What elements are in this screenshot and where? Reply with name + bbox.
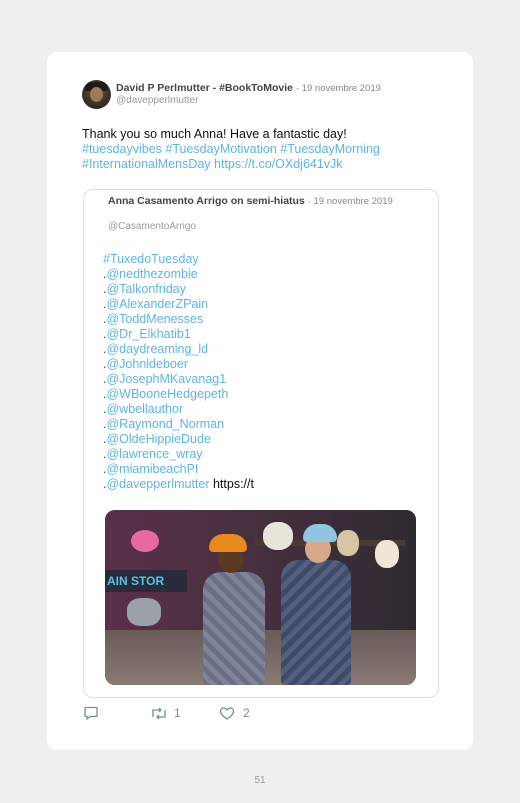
mention-line: .@OldeHippieDude (103, 432, 211, 446)
mention-line: .@JosephMKavanag1 (103, 372, 227, 386)
mention-line: .@WBooneHedgepeth (103, 387, 229, 401)
store-sign: AIN STOR (105, 570, 187, 592)
mention-link[interactable]: @Dr_Elkhatib1 (106, 327, 190, 341)
mention-link[interactable]: @Johnldeboer (106, 357, 188, 371)
mention-link[interactable]: @Talkonfriday (106, 282, 185, 296)
retweet-count: 1 (174, 706, 181, 720)
author-handle[interactable]: @davepperlmutter (116, 95, 198, 106)
mention-line: .@Johnldeboer (103, 357, 188, 371)
mention-line: .@Raymond_Norman (103, 417, 225, 431)
mention-link[interactable]: @davepperlmutter (106, 477, 209, 491)
reply-icon[interactable] (83, 706, 99, 721)
trailing-link[interactable]: https://t (213, 477, 254, 491)
quoted-author-name[interactable]: Anna Casamento Arrigo on semi-hiatus (108, 195, 305, 207)
mention-line: .@nedthezombie (103, 267, 198, 281)
mention-line: .@AlexanderZPain (103, 297, 209, 311)
quoted-media-image[interactable]: AIN STOR (105, 510, 416, 685)
mention-line: .@Dr_Elkhatib1 (103, 327, 191, 341)
tweet-text: Thank you so much Anna! Have a fantastic… (82, 127, 347, 141)
like-count: 2 (243, 706, 250, 720)
mention-line: .@ToddMenesses (103, 312, 204, 326)
mention-link[interactable]: @AlexanderZPain (106, 297, 208, 311)
mention-link[interactable]: @WBooneHedgepeth (106, 387, 228, 401)
hashtags-line-1[interactable]: #tuesdayvibes #TuesdayMotivation #Tuesda… (82, 142, 422, 157)
quoted-handle[interactable]: @CasamentoArrigo (108, 221, 196, 232)
page-number: 51 (254, 775, 266, 786)
mention-line: .@davepperlmutter https://t (103, 477, 254, 491)
author-avatar[interactable] (82, 80, 111, 109)
mention-line: .@wbellauthor (103, 402, 184, 416)
quoted-date[interactable]: 19 novembre 2019 (314, 196, 393, 207)
mention-link[interactable]: @miamibeachPI (106, 462, 198, 476)
heart-decoration (131, 530, 159, 552)
mention-line: .@miamibeachPI (103, 462, 199, 476)
quoted-text: #TuxedoTuesday .@nedthezombie .@Talkonfr… (103, 252, 254, 492)
mention-line: .@daydreaming_ld (103, 342, 209, 356)
mention-link[interactable]: @daydreaming_ld (106, 342, 208, 356)
author-name[interactable]: David P Perlmutter - #BookToMovie (116, 82, 293, 94)
quoted-header: Anna Casamento Arrigo on semi-hiatus · 1… (108, 195, 393, 207)
mention-link[interactable]: @nedthezombie (106, 267, 197, 281)
tweet-date[interactable]: 19 novembre 2019 (302, 83, 381, 94)
mention-link[interactable]: @JosephMKavanag1 (106, 372, 226, 386)
quoted-hashtag[interactable]: #TuxedoTuesday (103, 252, 254, 267)
tweet-body: Thank you so much Anna! Have a fantastic… (82, 127, 422, 172)
mention-link[interactable]: @OldeHippieDude (106, 432, 210, 446)
like-heart-icon[interactable] (219, 706, 235, 721)
retweet-icon[interactable] (150, 706, 168, 721)
mention-link[interactable]: @ToddMenesses (106, 312, 203, 326)
hashtags-line-2[interactable]: #InternationalMensDay https://t.co/OXdj6… (82, 157, 422, 172)
tweet-header: David P Perlmutter - #BookToMovie · 19 n… (116, 82, 381, 94)
mention-link[interactable]: @Raymond_Norman (106, 417, 224, 431)
mention-line: .@Talkonfriday (103, 282, 186, 296)
mention-line: .@lawrence_wray (103, 447, 203, 461)
mention-link[interactable]: @wbellauthor (106, 402, 183, 416)
mention-link[interactable]: @lawrence_wray (106, 447, 202, 461)
